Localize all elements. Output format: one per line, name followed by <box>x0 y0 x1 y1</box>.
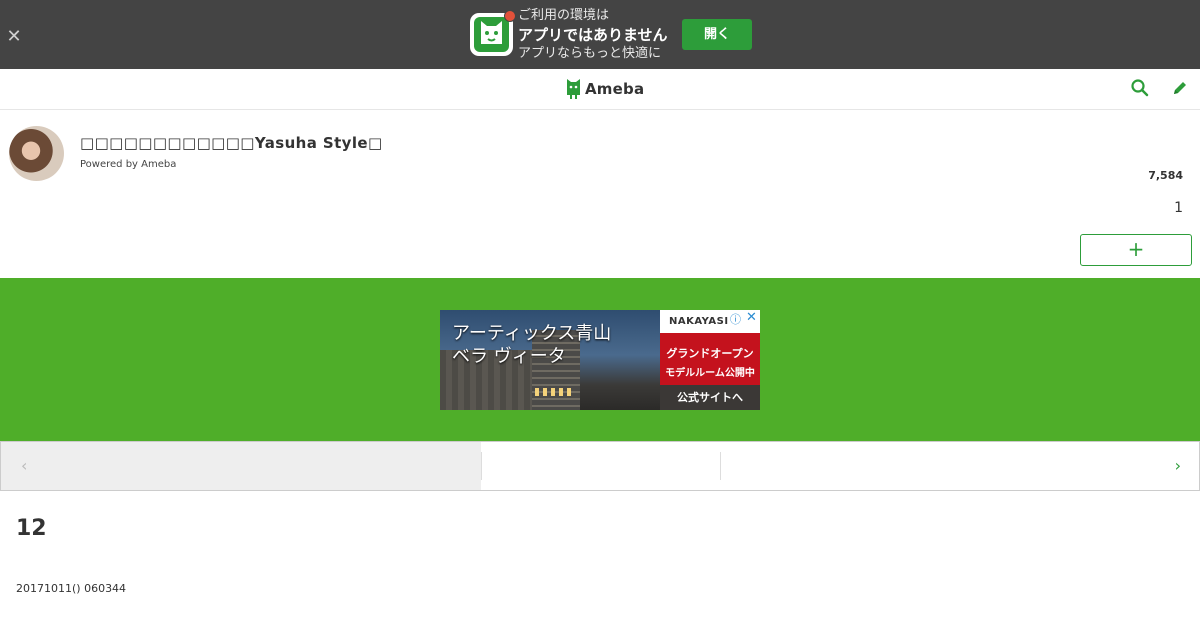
avatar[interactable] <box>9 126 64 181</box>
notification-dot <box>504 10 516 22</box>
blog-profile: □□□□□□□□□□□□Yasuha Style□ Powered by Ame… <box>0 110 1200 278</box>
ad-section: アーティックス青山 ベラ ヴィータ NAKAYASI ⓘ ✕ グランドオープン … <box>0 278 1200 441</box>
ad-headline-2: ベラ ヴィータ <box>452 346 566 367</box>
ad-brand: NAKAYASI <box>660 310 760 333</box>
readers-count: 7,584 <box>1148 169 1183 182</box>
info-icon[interactable]: ⓘ <box>730 311 741 327</box>
prev-entry-button[interactable]: ‹ <box>1 442 481 490</box>
next-entry-button[interactable]: › <box>721 442 1199 490</box>
app-banner: ✕ ご利用の環境は アプリではありません アプリならもっと快適に 開く <box>0 0 1200 69</box>
ad-banner[interactable]: アーティックス青山 ベラ ヴィータ NAKAYASI ⓘ ✕ グランドオープン … <box>440 310 760 410</box>
chevron-left-icon: ‹ <box>21 456 28 475</box>
ameba-mascot-icon <box>474 17 509 52</box>
blog-title[interactable]: □□□□□□□□□□□□Yasuha Style□ <box>80 134 383 152</box>
entry-pager: ‹ › <box>0 441 1200 491</box>
banner-line1: ご利用の環境は <box>518 8 610 23</box>
ameba-logo-icon <box>567 79 580 99</box>
ameba-logo[interactable]: Ameba <box>565 77 644 101</box>
follow-button[interactable]: + <box>1080 234 1192 266</box>
ad-badge-line1: グランドオープン <box>666 347 754 360</box>
ad-cta[interactable]: 公式サイトへ <box>660 385 760 410</box>
logo-text: Ameba <box>585 80 645 98</box>
open-app-button[interactable]: 開く <box>682 19 752 50</box>
chevron-right-icon: › <box>1174 456 1181 475</box>
search-icon[interactable] <box>1130 78 1150 98</box>
banner-text: ご利用の環境は アプリではありません アプリならもっと快適に <box>518 7 668 63</box>
entry-list-button[interactable] <box>482 442 720 490</box>
powered-by: Powered by Ameba <box>80 159 177 170</box>
ad-close-icon[interactable]: ✕ <box>746 310 757 325</box>
ad-badge: グランドオープン モデルルーム公開中 <box>660 333 760 385</box>
banner-line2: アプリではありません <box>518 26 668 44</box>
pencil-icon[interactable] <box>1170 78 1190 98</box>
banner-line3: アプリならもっと快適に <box>518 46 662 61</box>
article-title: 12 <box>16 516 47 541</box>
secondary-count: 1 <box>1174 200 1183 216</box>
close-icon[interactable]: ✕ <box>5 28 23 46</box>
article-date: 20171011() 060344 <box>16 582 127 595</box>
ad-badge-line2: モデルルーム公開中 <box>665 368 755 379</box>
site-header: Ameba <box>0 69 1200 110</box>
